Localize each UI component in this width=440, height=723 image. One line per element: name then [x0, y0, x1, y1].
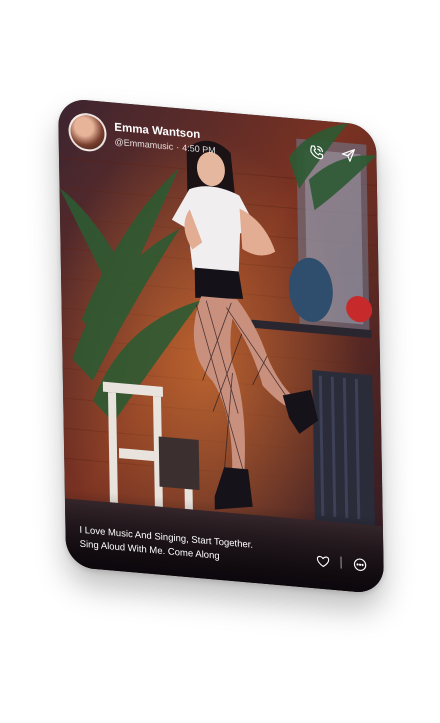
phone-icon[interactable]	[308, 144, 324, 161]
user-info: Emma Wantson @Emmamusic · 4:50 PM	[114, 122, 216, 156]
avatar[interactable]	[68, 111, 107, 153]
header-actions	[308, 144, 356, 164]
post-card[interactable]: Emma Wantson @Emmamusic · 4:50 PM I Love…	[57, 97, 385, 595]
heart-icon[interactable]	[314, 552, 330, 569]
comment-icon[interactable]	[351, 555, 367, 572]
send-icon[interactable]	[340, 146, 356, 163]
separator-dot: ·	[176, 142, 180, 153]
post-time: 4:50 PM	[182, 143, 216, 156]
footer-actions	[314, 552, 367, 573]
post-caption: I Love Music And Singing, Start Together…	[79, 525, 254, 563]
divider	[340, 556, 342, 569]
scene: Emma Wantson @Emmamusic · 4:50 PM I Love…	[0, 0, 440, 723]
